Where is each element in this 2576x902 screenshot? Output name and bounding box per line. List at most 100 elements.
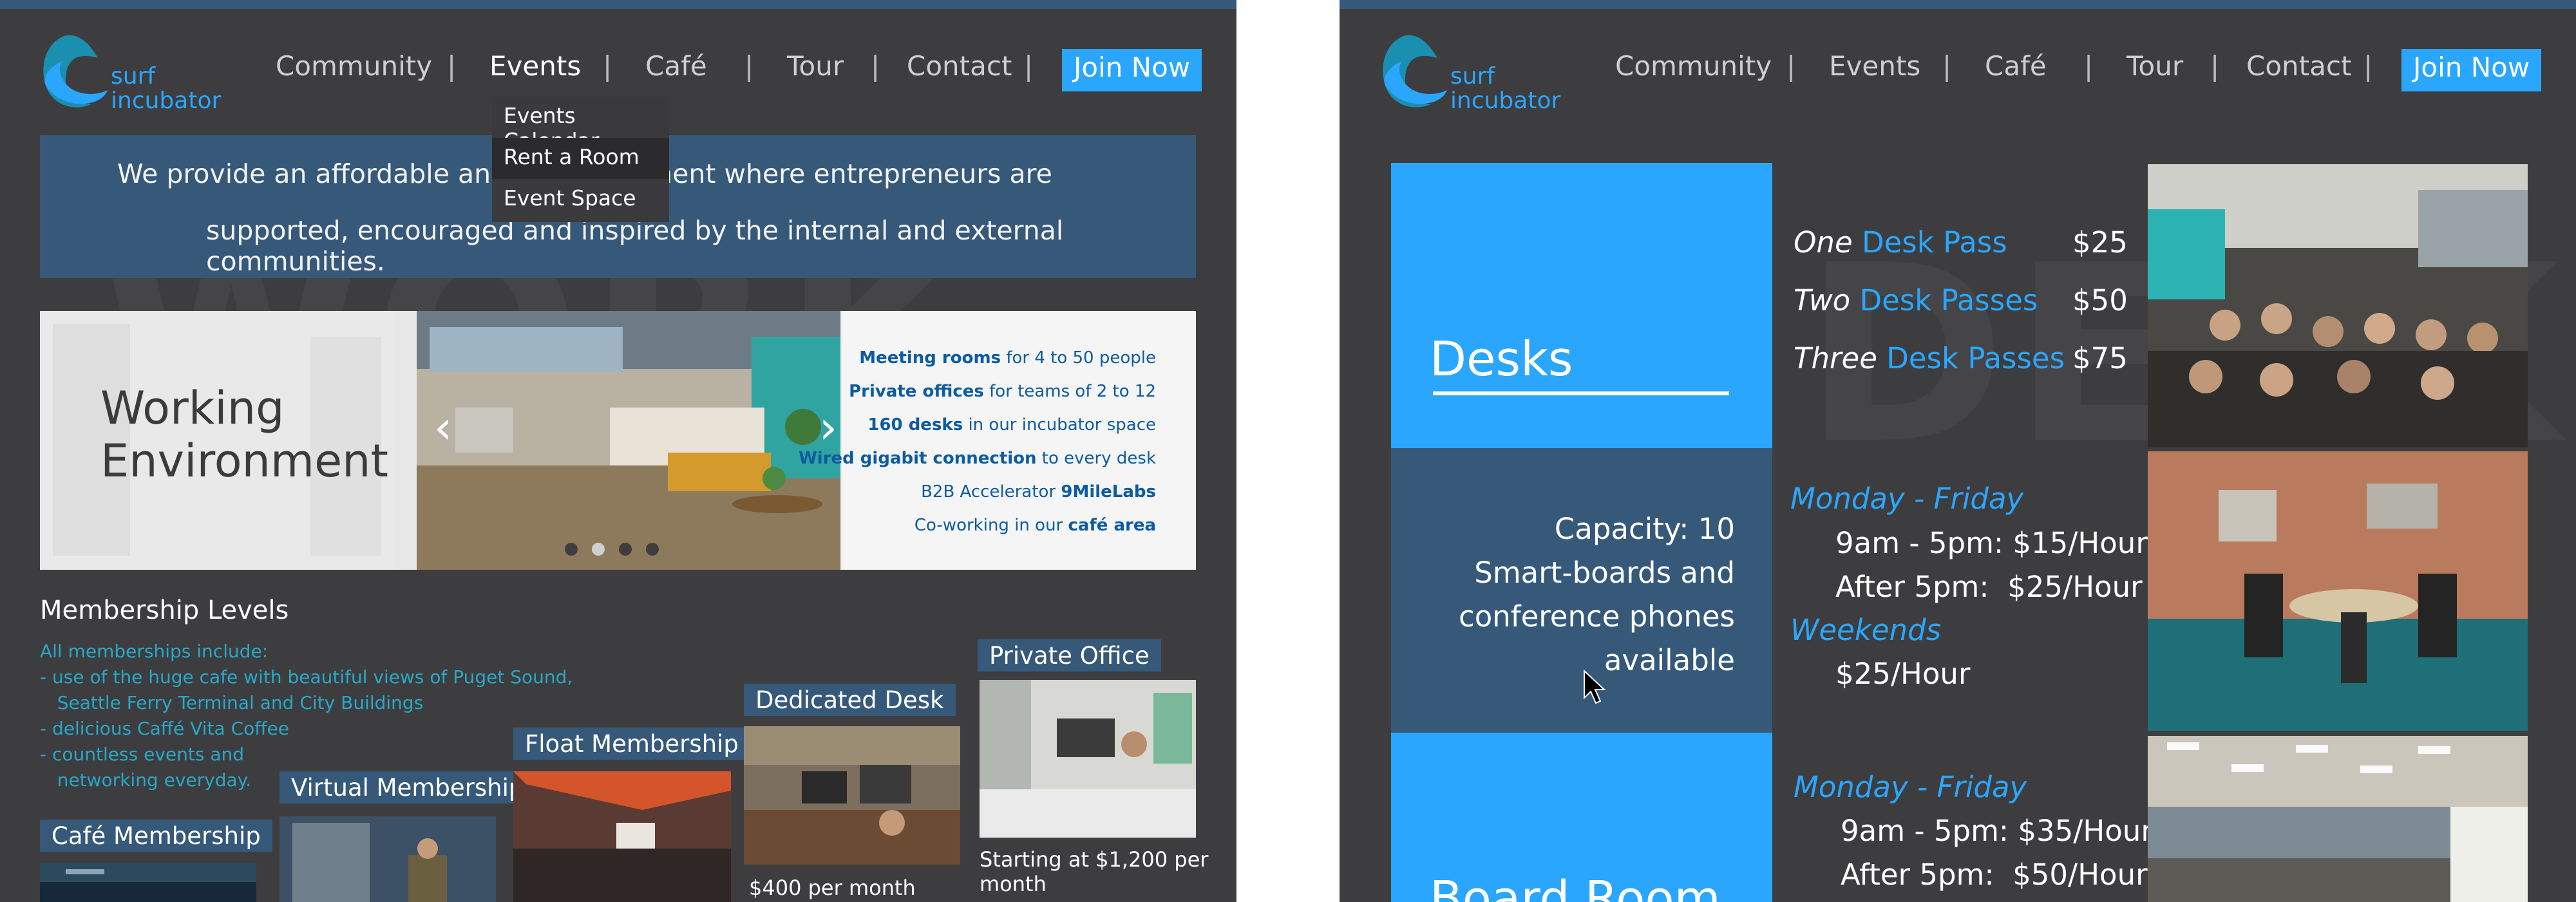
price-line: month [980, 872, 1046, 896]
events-dropdown-menu: Events Calendar Rent a Room Event Space [492, 97, 669, 222]
dropdown-item-event-space[interactable]: Event Space [492, 179, 669, 220]
conference-room-card[interactable]: Capacity: 10 Smart-boards and conference… [1391, 448, 1772, 733]
virtual-photo [279, 816, 496, 902]
wave-logo-icon [1383, 35, 1447, 108]
mission-line2: supported, encouraged and inspired by th… [206, 215, 1064, 277]
weekday-label: Monday - Friday [1790, 482, 2024, 516]
membership-levels-heading: Membership Levels [40, 596, 289, 625]
feature-line: Co-working in our café area [914, 516, 1156, 535]
weekend-rate: $25/Hour [1835, 657, 1971, 691]
feature-line: Wired gigabit connection to every desk [799, 449, 1156, 468]
nav-separator: | [603, 50, 612, 82]
nav-contact[interactable]: Contact [2246, 50, 2351, 82]
nav-separator: | [1942, 50, 1952, 82]
include-line: - use of the huge cafe with beautiful vi… [40, 666, 573, 688]
working-environment-carousel: Working Environment ‹ › Meeting rooms fo… [40, 311, 1196, 570]
nav-cafe[interactable]: Café [645, 50, 707, 82]
membership-includes-list: All memberships include: - use of the hu… [40, 639, 573, 793]
nav-separator: | [1024, 50, 1034, 82]
carousel-dot[interactable] [592, 543, 605, 556]
join-now-button[interactable]: Join Now [1062, 49, 1202, 91]
board-room-card[interactable]: Board Room [1391, 733, 1772, 902]
nav-contact[interactable]: Contact [907, 50, 1012, 82]
nav-separator: | [447, 50, 457, 82]
desk-pass-row: Two Desk Passes [1794, 283, 2038, 317]
nav-tour[interactable]: Tour [787, 50, 844, 82]
nav-separator: | [744, 50, 754, 82]
board-room-photo [2148, 736, 2528, 902]
capacity-line: Smart-boards and [1474, 556, 1735, 590]
feature-line: Meeting rooms for 4 to 50 people [859, 348, 1156, 368]
capacity-line: Capacity: 10 [1554, 512, 1735, 546]
private-office-price: Starting at $1,200 per month [980, 847, 1208, 896]
cafe-membership-tag[interactable]: Café Membership [40, 820, 272, 852]
board-weekday-label: Monday - Friday [1794, 770, 2027, 804]
virtual-membership-tag[interactable]: Virtual Membership [279, 771, 536, 803]
carousel-prev-arrow[interactable]: ‹ [434, 401, 452, 454]
desks-underline [1433, 391, 1729, 395]
nav-separator: | [871, 50, 880, 82]
weekday-day-rate: 9am - 5pm: $15/Hour [1835, 526, 2148, 560]
site-logo[interactable]: surf incubator [1379, 32, 1573, 119]
logo-text-line2: incubator [111, 88, 222, 114]
nav-events[interactable]: Events [489, 50, 581, 82]
include-line: Seattle Ferry Terminal and City Building… [40, 692, 424, 713]
board-room-title: Board Room [1430, 871, 1721, 902]
dropdown-item-rent-a-room[interactable]: Rent a Room [492, 138, 669, 179]
nav-cafe[interactable]: Café [1985, 50, 2047, 82]
board-evening-rate: After 5pm: $50/Hour [1841, 858, 2148, 892]
desk-pass-price: $25 [2072, 225, 2128, 259]
float-membership-tag[interactable]: Float Membership [513, 728, 750, 760]
dropdown-item-events-calendar[interactable]: Events Calendar [492, 97, 669, 153]
carousel-title-line2: Environment [100, 435, 388, 487]
desk-pass-price: $75 [2072, 341, 2128, 375]
desk-pass-row: One Desk Pass [1794, 225, 2007, 259]
office-lobby-photo [417, 311, 840, 570]
meeting-room-photo [2148, 451, 2528, 731]
capacity-text: Capacity: 10 Smart-boards and conference… [1459, 507, 1735, 682]
nav-separator: | [2210, 50, 2220, 82]
join-now-button[interactable]: Join Now [2401, 49, 2542, 91]
carousel-next-arrow[interactable]: › [819, 401, 837, 454]
carousel-title-line1: Working [100, 382, 285, 435]
desk-pass-row: Three Desk Passes [1794, 341, 2065, 375]
dedicated-desk-photo [744, 726, 960, 865]
nav-separator: | [1786, 50, 1796, 82]
include-line: All memberships include: [40, 641, 269, 662]
dedicated-desk-tag[interactable]: Dedicated Desk [744, 684, 956, 716]
carousel-dots [565, 543, 673, 558]
carousel-dot[interactable] [565, 543, 578, 556]
cafe-photo [40, 863, 256, 902]
logo-text-line2: incubator [1450, 88, 1561, 114]
dedicated-desk-price: $400 per month [749, 876, 916, 900]
desks-card[interactable]: Desks [1391, 163, 1772, 448]
price-line: Starting at $1,200 per [980, 847, 1209, 872]
site-logo[interactable]: surf incubator [40, 32, 233, 119]
nav-community[interactable]: Community [1615, 50, 1772, 82]
rent-a-room-mockup: DESK surf incubator Community | Events |… [1340, 0, 2576, 902]
nav-separator: | [2363, 50, 2373, 82]
carousel-dot[interactable] [619, 543, 632, 556]
carousel-title-panel: Working Environment [40, 311, 394, 570]
include-line: - countless events and [40, 744, 244, 765]
desks-title: Desks [1430, 332, 1573, 387]
weekday-evening-rate: After 5pm: $25/Hour [1835, 570, 2143, 604]
private-office-photo [980, 680, 1196, 838]
nav-tour[interactable]: Tour [2126, 50, 2183, 82]
events-dropdown-mockup: WORK surf incubator Community | Events |… [0, 0, 1236, 902]
feature-line: Private offices for teams of 2 to 12 [849, 382, 1156, 401]
include-line: - delicious Caffé Vita Coffee [40, 718, 290, 739]
board-day-rate: 9am - 5pm: $35/Hour [1841, 814, 2153, 848]
private-office-tag[interactable]: Private Office [978, 639, 1161, 672]
nav-events[interactable]: Events [1829, 50, 1920, 82]
desk-pass-price: $50 [2072, 283, 2128, 317]
nav-separator: | [2084, 50, 2094, 82]
top-accent-bar [0, 0, 1236, 9]
logo-text-line1: surf [111, 63, 156, 89]
top-accent-bar [1340, 0, 2576, 9]
logo-text-line1: surf [1450, 63, 1495, 89]
carousel-dot[interactable] [646, 543, 659, 556]
float-photo [513, 771, 731, 902]
nav-community[interactable]: Community [276, 50, 432, 82]
mouse-cursor-icon [1584, 670, 1606, 704]
